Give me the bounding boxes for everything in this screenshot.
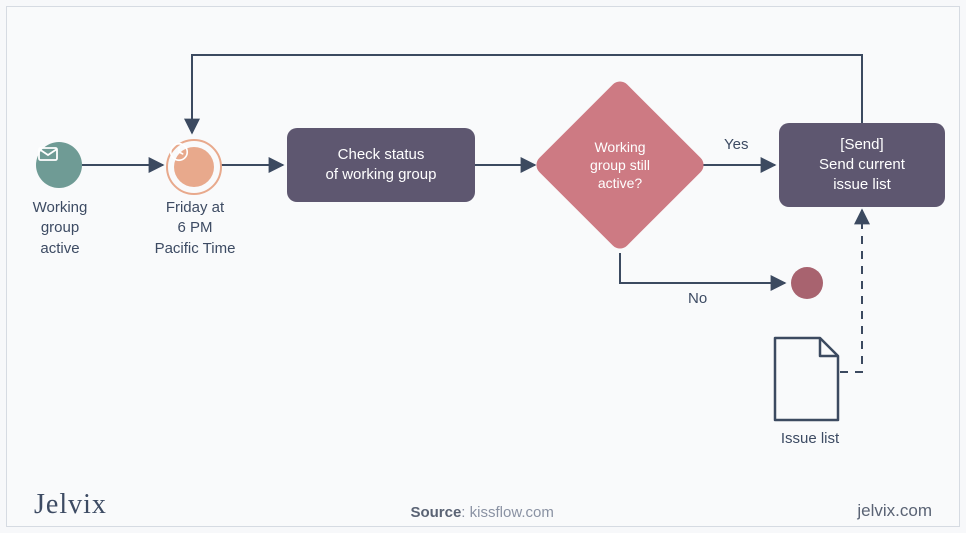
brand-logo: Jelvix: [34, 489, 107, 521]
start-label: Workinggroupactive: [10, 198, 110, 259]
end-node: [791, 267, 823, 299]
footer: Jelvix Source: kissflow.com jelvix.com: [0, 489, 966, 521]
send-process: [Send]Send currentissue list: [779, 123, 945, 207]
check-status-text: Check statusof working group: [326, 145, 437, 186]
site-url: jelvix.com: [857, 501, 932, 521]
source-value: kissflow.com: [470, 504, 554, 521]
send-text: [Send]Send currentissue list: [819, 135, 905, 196]
timer-label: Friday at6 PMPacific Time: [140, 198, 250, 259]
timer-node: [166, 139, 222, 195]
edge-no-label: No: [688, 290, 707, 307]
mail-icon: [36, 142, 60, 166]
document-icon: [775, 338, 838, 420]
source-text: Source: kissflow.com: [410, 504, 553, 521]
document-label: Issue list: [765, 430, 855, 447]
connectors: [0, 0, 966, 533]
decision-label: Workinggroup stillactive?: [545, 138, 695, 193]
start-node: [36, 142, 82, 188]
clock-icon: [168, 141, 190, 163]
source-prefix: Source: [410, 504, 461, 521]
edge-yes-label: Yes: [724, 136, 748, 153]
check-status-process: Check statusof working group: [287, 128, 475, 202]
